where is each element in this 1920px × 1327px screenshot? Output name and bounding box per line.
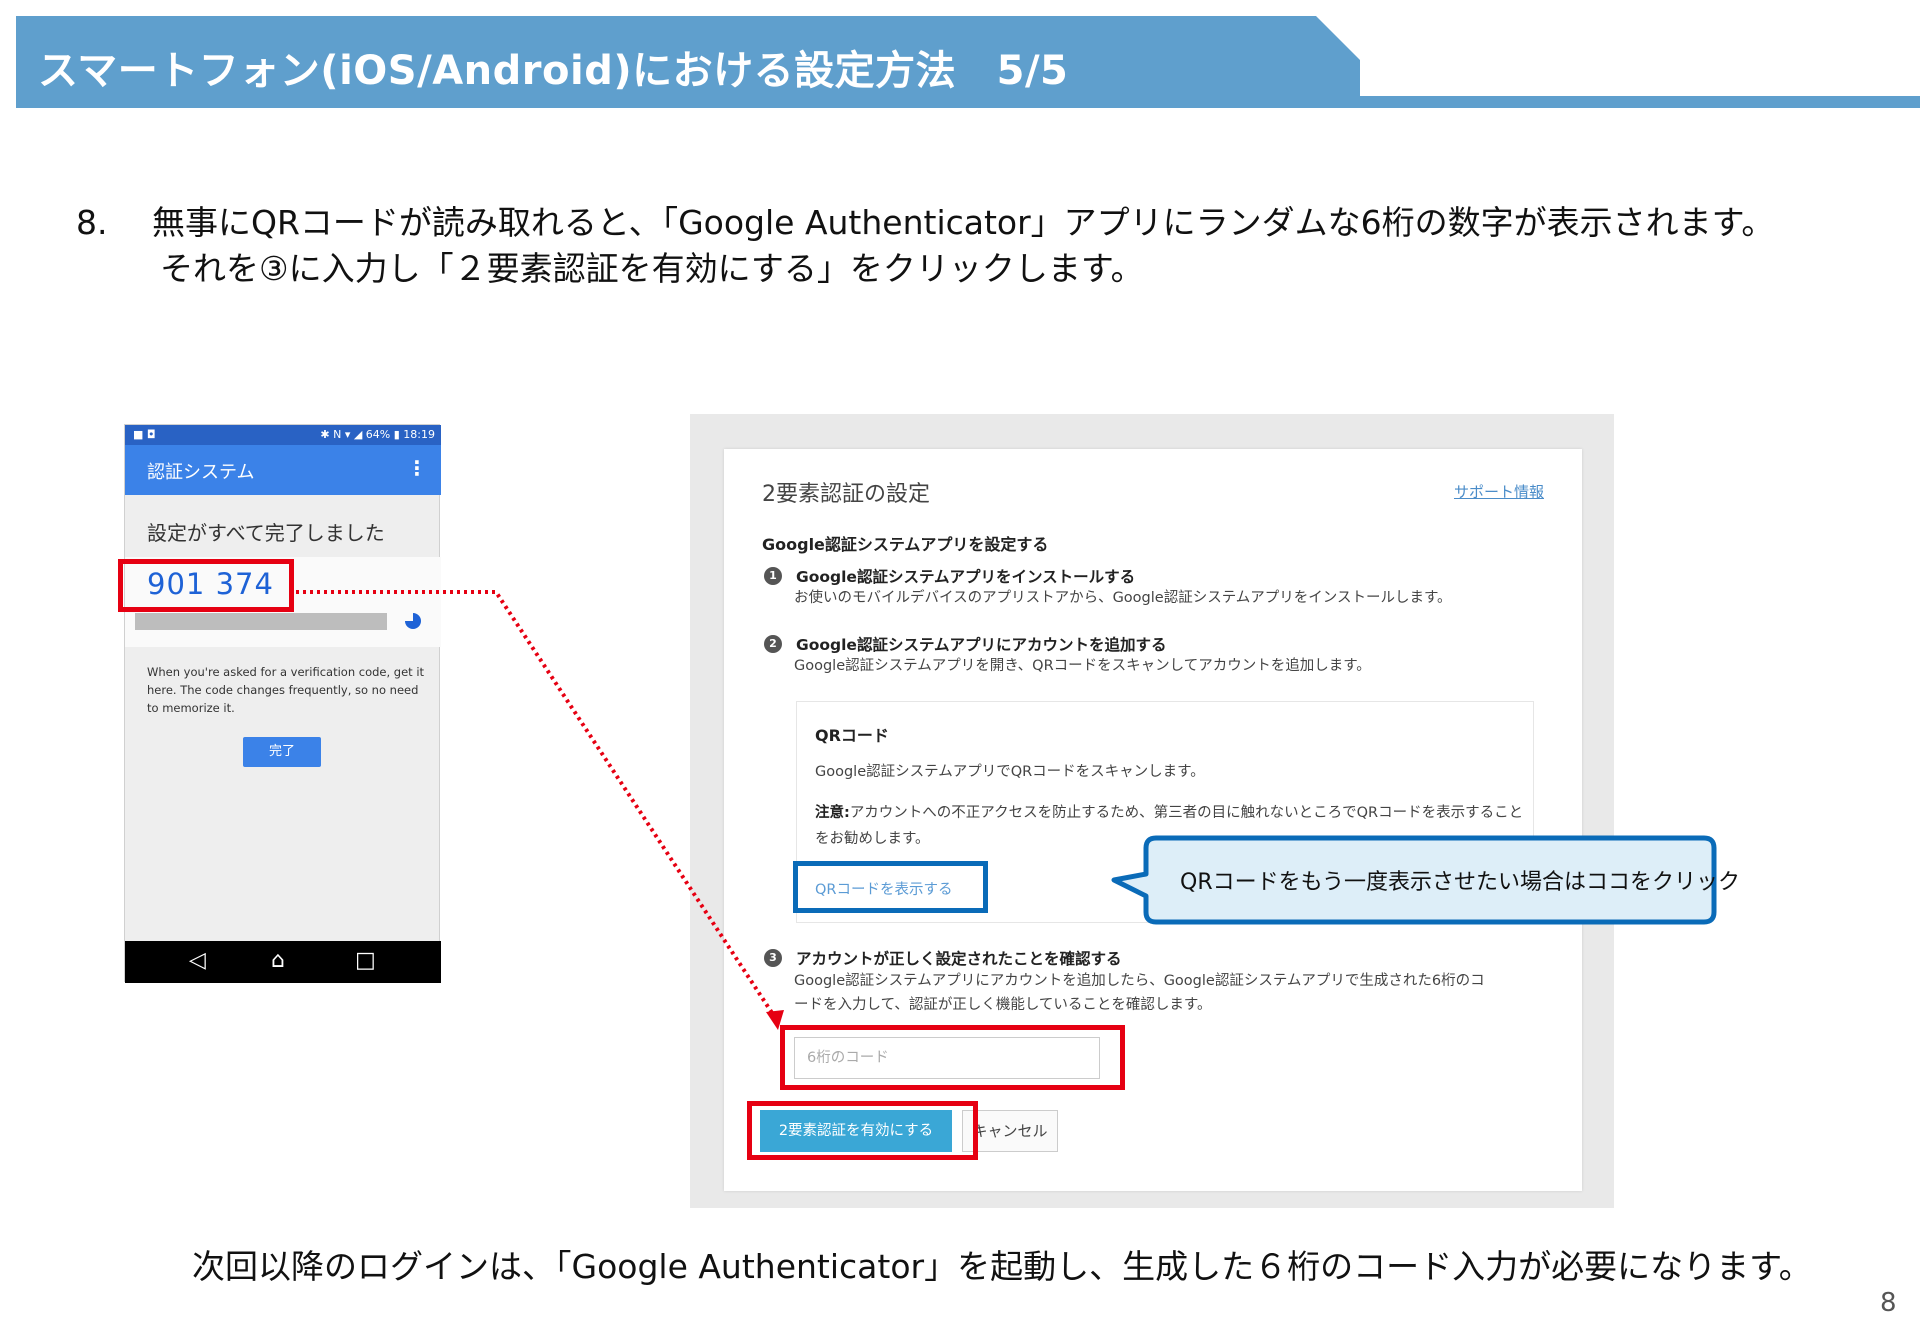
panel-subtitle: Google認証システムアプリを設定する (762, 535, 1049, 554)
code-input-highlight (780, 1025, 1125, 1090)
back-icon[interactable]: ◁ (189, 948, 206, 973)
page-number: 8 (1880, 1288, 1897, 1318)
step-number: 8. (76, 203, 108, 242)
callout-bubble: QRコードをもう一度表示させたい場合はココをクリック (1110, 830, 1740, 930)
qr-section-desc: Google認証システムアプリでQRコードをスキャンします。 (815, 764, 1205, 780)
recent-apps-icon[interactable]: □ (355, 948, 376, 973)
qr-section-title: QRコード (815, 726, 889, 745)
phone-app-bar: 認証システム ⋮ (125, 445, 441, 495)
page-title: スマートフォン(iOS/Android)における設定方法 5/5 (38, 48, 1069, 94)
step-3-title: アカウントが正しく設定されたことを確認する (796, 950, 1122, 968)
timer-icon (405, 613, 421, 629)
status-icons-right: ✱ N ▾ ◢ 64% ▮ 18:19 (320, 428, 435, 441)
phone-done-message: 設定がすべて完了しました (147, 521, 385, 545)
footer-text: 次回以降のログインは、「Google Authenticator」を起動し、生成… (192, 1247, 1812, 1286)
panel-title: 2要素認証の設定 (762, 482, 930, 507)
step-2-desc: Google認証システムアプリを開き、QRコードをスキャンしてアカウントを追加し… (794, 658, 1371, 674)
account-name-redacted (135, 613, 387, 630)
show-qr-highlight (793, 861, 988, 913)
step-1-badge: 1 (764, 567, 782, 585)
instruction-line-2: それを③に入力し「２要素認証を有効にする」をクリックします。 (160, 249, 1144, 288)
header-banner: スマートフォン(iOS/Android)における設定方法 5/5 (0, 0, 1920, 110)
code-highlight (118, 559, 294, 612)
step-3-badge: 3 (764, 949, 782, 967)
instruction-text-1: 無事にQRコードが読み取れると、「Google Authenticator」アプ… (152, 203, 1775, 242)
step-3-desc-1: Google認証システムアプリにアカウントを追加したら、Google認証システム… (794, 973, 1485, 989)
step-2-badge: 2 (764, 635, 782, 653)
step-1-title: Google認証システムアプリをインストールする (796, 568, 1136, 586)
instruction-line-1: 8. 無事にQRコードが読み取れると、「Google Authenticator」… (76, 200, 1774, 246)
home-icon[interactable]: ⌂ (271, 948, 285, 973)
step-2-title: Google認証システムアプリにアカウントを追加する (796, 636, 1167, 654)
phone-ok-button[interactable]: 完了 (243, 737, 321, 767)
step-3-desc-2: ードを入力して、認証が正しく機能していることを確認します。 (794, 997, 1212, 1013)
step-1-desc: お使いのモバイルデバイスのアプリストアから、Google認証システムアプリをイン… (794, 590, 1452, 606)
qr-warning-label: 注意: (815, 805, 850, 821)
phone-status-bar: ■ ◘ ✱ N ▾ ◢ 64% ▮ 18:19 (125, 425, 441, 445)
callout-text: QRコードをもう一度表示させたい場合はココをクリック (1180, 870, 1740, 895)
phone-help-text: When you're asked for a verification cod… (147, 665, 425, 715)
support-link[interactable]: サポート情報 (1454, 481, 1544, 502)
phone-screenshot: ■ ◘ ✱ N ▾ ◢ 64% ▮ 18:19 認証システム ⋮ 設定がすべて完… (124, 424, 441, 983)
status-icons-left: ■ ◘ (133, 428, 156, 441)
enable-button-highlight (747, 1101, 978, 1160)
phone-app-title: 認証システム (147, 462, 255, 483)
phone-nav-bar: ◁ ⌂ □ (125, 941, 441, 983)
more-menu-icon[interactable]: ⋮ (407, 456, 427, 480)
